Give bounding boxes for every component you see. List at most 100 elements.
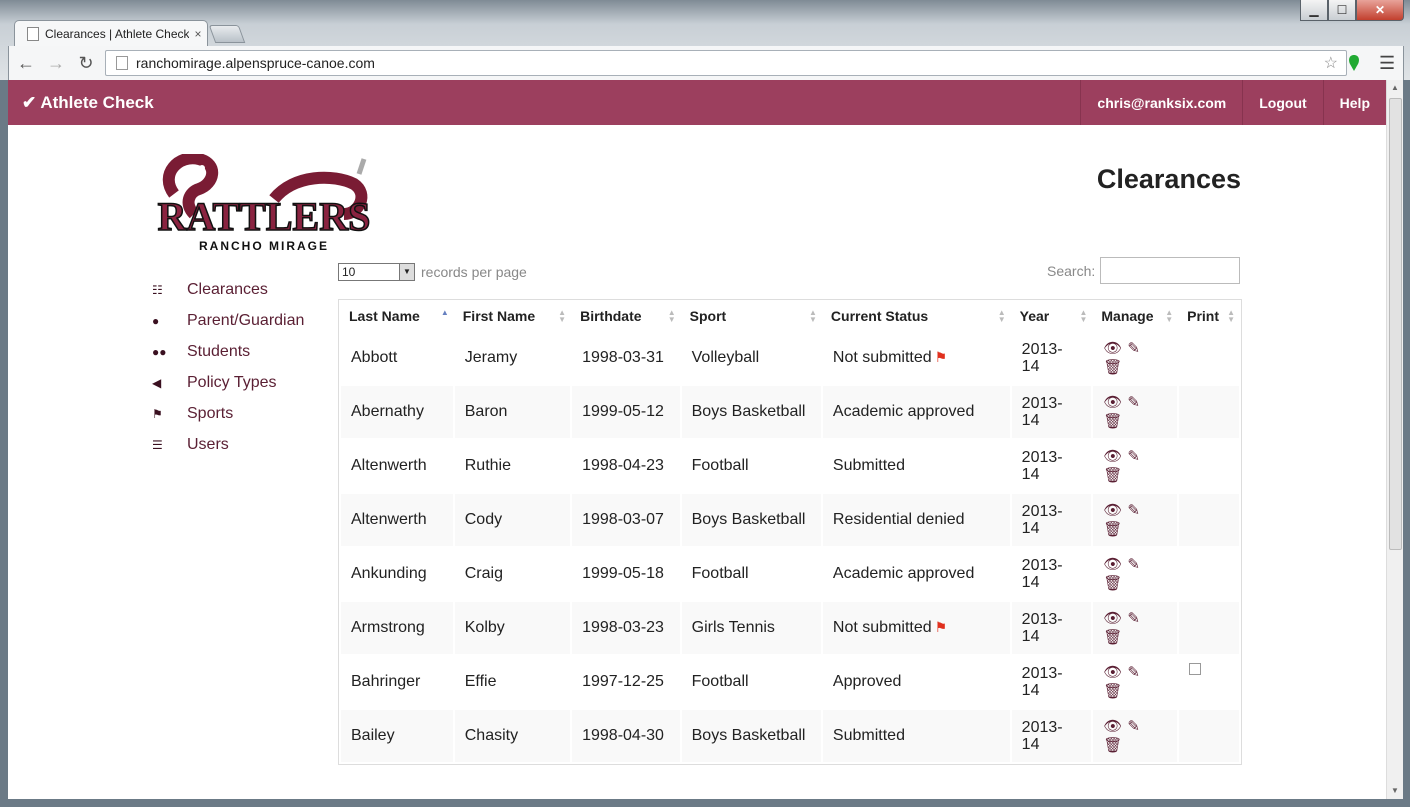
cell-birthdate: 1998-04-30 <box>572 710 680 762</box>
group-icon: ●● <box>152 344 167 359</box>
trash-icon[interactable]: 🗑 <box>1103 737 1122 754</box>
pencil-icon[interactable]: ✎ <box>1127 448 1140 465</box>
user-icon: ● <box>152 313 160 328</box>
year-end: 14 <box>1021 736 1040 753</box>
help-link[interactable]: Help <box>1322 80 1386 125</box>
pencil-icon[interactable]: ✎ <box>1127 394 1140 411</box>
eye-icon[interactable]: 👁 <box>1103 394 1122 411</box>
menu-icon[interactable]: ☰ <box>1379 53 1395 74</box>
trash-icon[interactable]: 🗑 <box>1103 413 1122 430</box>
cell-manage: 👁 ✎ 🗑 <box>1093 386 1178 438</box>
eye-icon[interactable]: 👁 <box>1103 556 1122 573</box>
trash-icon[interactable]: 🗑 <box>1103 521 1122 538</box>
address-bar[interactable]: ranchomirage.alpenspruce-canoe.com ☆ <box>105 50 1347 76</box>
cell-manage: 👁 ✎ 🗑 <box>1093 602 1178 654</box>
close-tab-icon[interactable]: × <box>189 27 207 41</box>
cell-status: Residential denied <box>822 494 1010 546</box>
year-start: 2013- <box>1021 341 1063 358</box>
sort-icon: ▲ ▼ <box>997 308 1006 324</box>
pencil-icon[interactable]: ✎ <box>1127 340 1140 357</box>
sort-icon: ▲ ▼ <box>1227 308 1235 324</box>
cell-sport: Boys Basketball <box>681 494 821 546</box>
maximize-button[interactable]: ☐ <box>1328 0 1356 21</box>
trash-icon[interactable]: 🗑 <box>1103 629 1122 646</box>
reload-icon[interactable]: ↻ <box>75 52 97 74</box>
eye-icon[interactable]: 👁 <box>1103 664 1122 681</box>
sidebar-item-policy-types[interactable]: ◀ Policy Types <box>148 367 338 398</box>
pencil-icon[interactable]: ✎ <box>1127 556 1140 573</box>
column-header-birthdate[interactable]: Birthdate ▲ ▼ <box>572 302 680 330</box>
sidebar-nav: ☷ Clearances ● Parent/Guardian ●● Students … <box>148 274 338 460</box>
browser-tab[interactable]: Clearances | Athlete Check × <box>14 20 208 47</box>
pencil-icon[interactable]: ✎ <box>1127 502 1140 519</box>
trash-icon[interactable]: 🗑 <box>1103 359 1122 376</box>
cell-first: Chasity <box>454 710 571 762</box>
brand-link[interactable]: ✔ Athlete Check <box>22 93 154 113</box>
pencil-icon[interactable]: ✎ <box>1127 610 1140 627</box>
sidebar-item-clearances[interactable]: ☷ Clearances <box>148 274 338 305</box>
cell-year: 2013- 14 <box>1011 656 1092 708</box>
top-nav: chris@ranksix.com Logout Help <box>1080 80 1386 125</box>
cell-year: 2013- 14 <box>1011 440 1092 492</box>
table-row: Abernathy Baron 1999-05-12 Boys Basketball A… <box>341 386 1239 438</box>
column-header-print[interactable]: Print ▲ ▼ <box>1179 302 1239 330</box>
records-per-page-select[interactable]: 10 ▼ <box>338 263 415 281</box>
cell-print <box>1179 386 1239 438</box>
pencil-icon[interactable]: ✎ <box>1127 718 1140 735</box>
cell-print <box>1179 332 1239 384</box>
column-header-manage[interactable]: Manage ▲ ▼ <box>1093 302 1178 330</box>
table-row: Abbott Jeramy 1998-03-31 Volleyball Not subm… <box>341 332 1239 384</box>
search-input[interactable] <box>1100 257 1241 284</box>
status-text: Approved <box>832 673 902 690</box>
trash-icon[interactable]: 🗑 <box>1103 683 1122 700</box>
minimize-button[interactable]: ▁ <box>1300 0 1328 21</box>
eye-icon[interactable]: 👁 <box>1103 448 1122 465</box>
page-icon <box>116 56 128 70</box>
cell-status: Submitted <box>822 440 1010 492</box>
cell-first: Craig <box>454 548 571 600</box>
cell-manage: 👁 ✎ 🗑 <box>1093 548 1178 600</box>
bullhorn-icon: ◀ <box>152 375 162 390</box>
pencil-icon[interactable]: ✎ <box>1127 664 1140 681</box>
eye-icon[interactable]: 👁 <box>1103 502 1122 519</box>
eye-icon[interactable]: 👁 <box>1103 718 1122 735</box>
close-window-button[interactable]: ✕ <box>1356 0 1404 21</box>
eye-icon[interactable]: 👁 <box>1103 340 1122 357</box>
sidebar-item-students[interactable]: ●● Students <box>148 336 338 367</box>
sidebar-item-label: Policy Types <box>187 373 277 391</box>
cell-birthdate: 1997-12-25 <box>572 656 680 708</box>
trash-icon[interactable]: 🗑 <box>1103 467 1122 484</box>
cell-manage: 👁 ✎ 🗑 <box>1093 656 1178 708</box>
cell-status: Not submitted ⚑ <box>822 602 1010 654</box>
user-email-link[interactable]: chris@ranksix.com <box>1080 80 1242 125</box>
print-checkbox[interactable] <box>1189 663 1202 675</box>
new-tab-button[interactable] <box>208 25 246 43</box>
column-header-label: Year <box>1019 308 1050 324</box>
column-header-current-status[interactable]: Current Status ▲ ▼ <box>822 302 1010 330</box>
cell-status: Academic approved <box>822 386 1010 438</box>
star-icon[interactable]: ☆ <box>1324 53 1338 73</box>
column-header-year[interactable]: Year ▲ ▼ <box>1011 302 1092 330</box>
forward-arrow-icon[interactable]: → <box>45 52 67 74</box>
column-header-sport[interactable]: Sport ▲ ▼ <box>681 302 821 330</box>
rattlers-logo: RATTLERS RANCHO MIRAGE <box>157 154 371 253</box>
logo-subtitle: RANCHO MIRAGE <box>199 239 329 253</box>
cell-year: 2013- 14 <box>1011 386 1092 438</box>
scrollbar-thumb[interactable] <box>1389 98 1402 550</box>
cell-year: 2013- 14 <box>1011 710 1092 762</box>
cell-print <box>1179 710 1239 762</box>
logout-link[interactable]: Logout <box>1242 80 1322 125</box>
column-header-first-name[interactable]: First Name ▲ ▼ <box>454 302 571 330</box>
column-header-last-name[interactable]: Last Name ▲ <box>341 302 453 330</box>
back-arrow-icon[interactable]: ← <box>15 52 37 74</box>
sidebar-item-sports[interactable]: ⚑ Sports <box>148 398 338 429</box>
extension-icon[interactable] <box>1347 54 1361 72</box>
sidebar-item-parent-guardian[interactable]: ● Parent/Guardian <box>148 305 338 336</box>
sidebar-item-users[interactable]: ☰ Users <box>148 429 338 460</box>
sort-icon: ▲ ▼ <box>558 308 567 324</box>
eye-icon[interactable]: 👁 <box>1103 610 1122 627</box>
scroll-up-icon[interactable]: ▲ <box>1387 80 1403 96</box>
page-scrollbar[interactable]: ▲ ▼ <box>1386 80 1403 799</box>
trash-icon[interactable]: 🗑 <box>1103 575 1122 592</box>
scroll-down-icon[interactable]: ▼ <box>1387 783 1403 799</box>
